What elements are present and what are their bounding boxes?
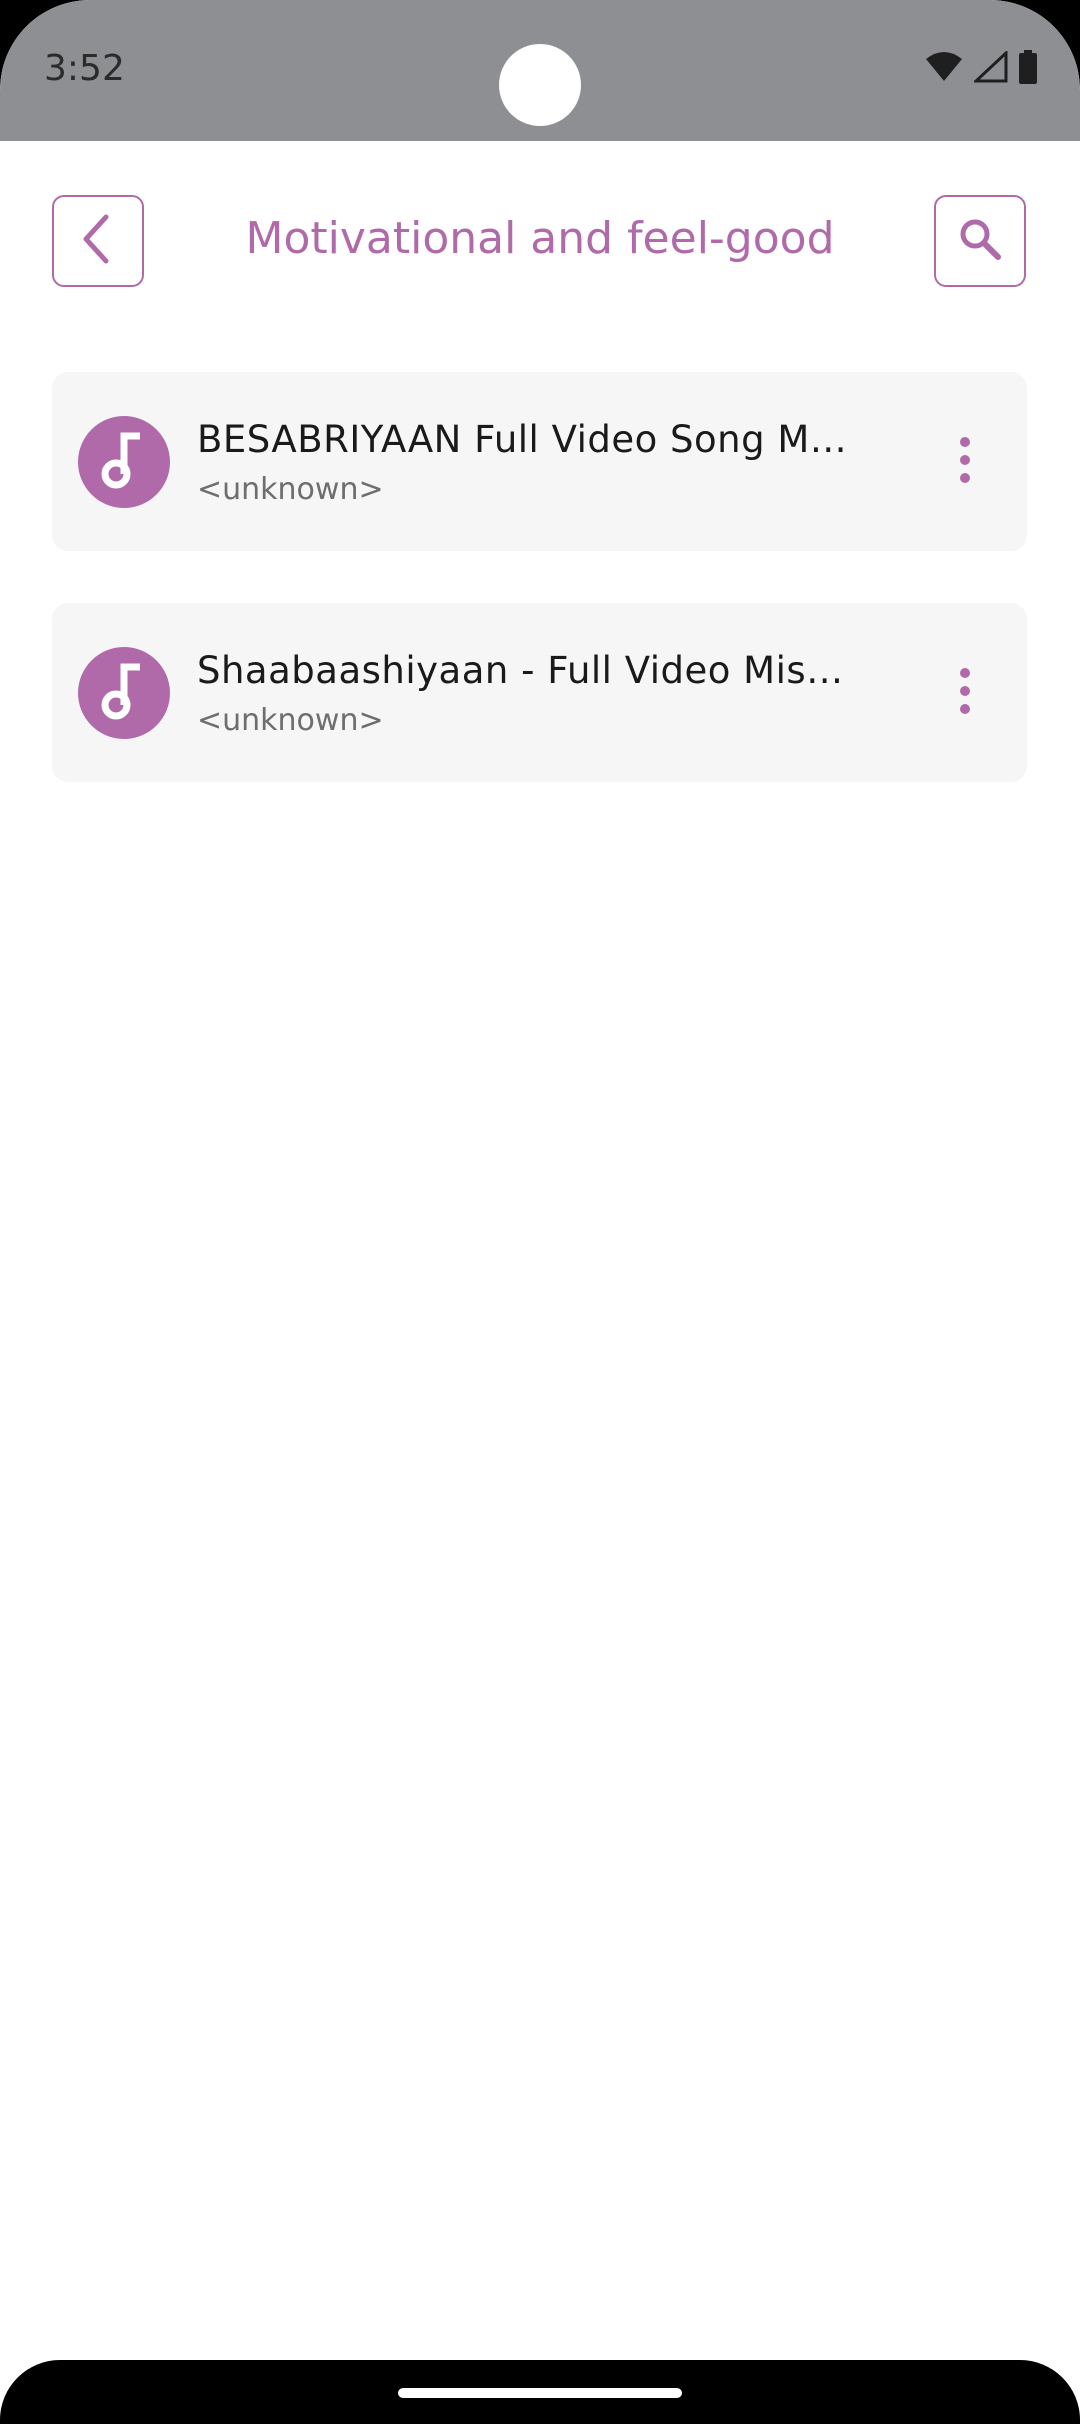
chevron-left-icon bbox=[76, 213, 120, 270]
more-vert-icon bbox=[958, 435, 972, 490]
app-screen: 3:52 Motivational and feel-good BESABRIY… bbox=[0, 0, 1080, 2424]
wifi-icon bbox=[924, 51, 964, 83]
more-options-button[interactable] bbox=[940, 653, 990, 733]
song-avatar bbox=[78, 647, 170, 739]
song-list: BESABRIYAAN Full Video Song M… <unknown>… bbox=[52, 372, 1027, 834]
more-options-button[interactable] bbox=[940, 422, 990, 502]
cellular-signal-icon bbox=[974, 51, 1008, 83]
song-title: Shaabaashiyaan - Full Video Mis… bbox=[197, 649, 844, 692]
home-indicator[interactable] bbox=[398, 2388, 682, 2398]
music-note-icon bbox=[98, 661, 150, 726]
music-note-icon bbox=[98, 430, 150, 495]
song-title: BESABRIYAAN Full Video Song M… bbox=[197, 418, 848, 461]
song-artist: <unknown> bbox=[197, 703, 384, 738]
more-vert-icon bbox=[958, 666, 972, 721]
back-button[interactable] bbox=[52, 195, 144, 287]
search-button[interactable] bbox=[934, 195, 1026, 287]
list-item[interactable]: Shaabaashiyaan - Full Video Mis… <unknow… bbox=[52, 603, 1027, 782]
song-avatar bbox=[78, 416, 170, 508]
status-time: 3:52 bbox=[44, 48, 125, 89]
camera-cutout bbox=[499, 44, 581, 126]
status-icons bbox=[924, 50, 1038, 84]
list-item[interactable]: BESABRIYAAN Full Video Song M… <unknown> bbox=[52, 372, 1027, 551]
status-bar: 3:52 bbox=[0, 0, 1080, 141]
search-icon bbox=[956, 215, 1004, 268]
song-artist: <unknown> bbox=[197, 472, 384, 507]
battery-icon bbox=[1018, 50, 1038, 84]
page-title: Motivational and feel-good bbox=[245, 213, 835, 264]
header: Motivational and feel-good bbox=[0, 195, 1080, 287]
